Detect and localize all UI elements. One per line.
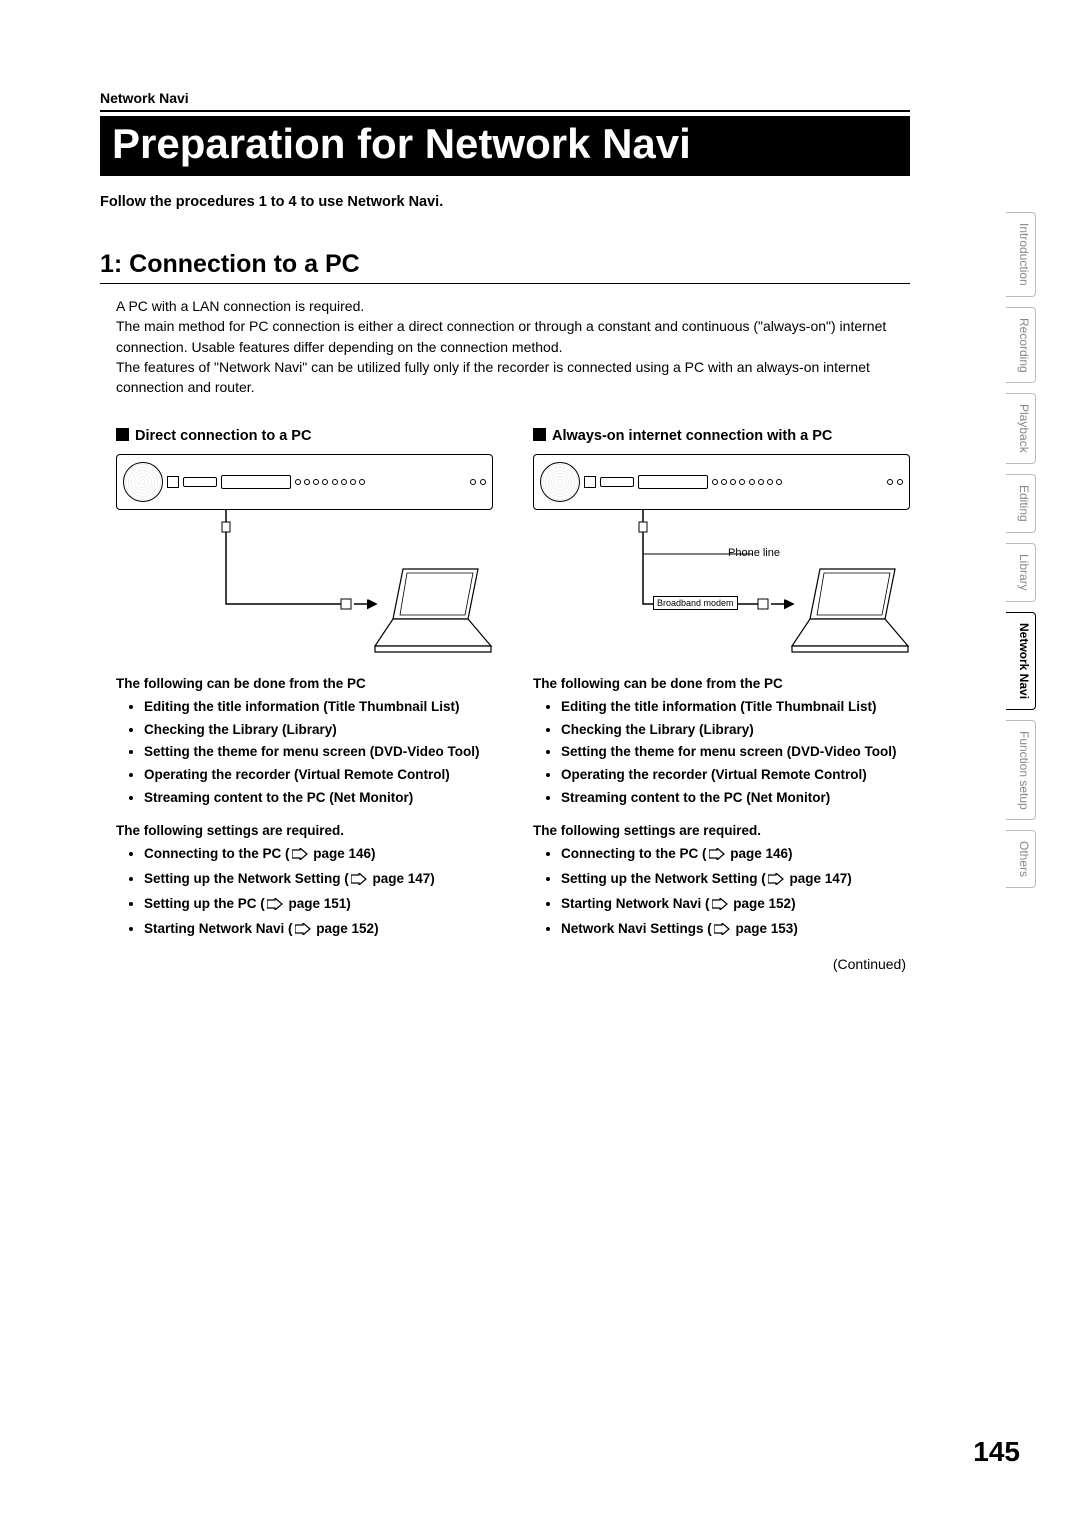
feature-item: Setting the theme for menu screen (DVD-V… — [144, 742, 493, 763]
feature-item: Checking the Library (Library) — [561, 720, 910, 741]
features-list-left: Editing the title information (Title Thu… — [116, 697, 493, 810]
square-bullet-icon — [116, 428, 129, 441]
feature-item: Checking the Library (Library) — [144, 720, 493, 741]
tab-recording[interactable]: Recording — [1006, 307, 1036, 384]
subhead-alwayson: Always-on internet connection with a PC — [533, 428, 910, 444]
tab-function-setup[interactable]: Function setup — [1006, 720, 1036, 821]
features-head-left: The following can be done from the PC — [116, 676, 493, 691]
rule-thick — [100, 110, 910, 112]
tab-introduction[interactable]: Introduction — [1006, 212, 1036, 297]
feature-item: Editing the title information (Title Thu… — [144, 697, 493, 718]
setting-item: Connecting to the PC ( page 146) — [144, 844, 493, 867]
tab-editing[interactable]: Editing — [1006, 474, 1036, 533]
tab-playback[interactable]: Playback — [1006, 393, 1036, 464]
setting-item: Setting up the PC ( page 151) — [144, 894, 493, 917]
tab-others[interactable]: Others — [1006, 830, 1036, 888]
phone-line-label: Phone line — [728, 547, 780, 559]
intro-text: Follow the procedures 1 to 4 to use Netw… — [100, 194, 910, 210]
settings-head-right: The following settings are required. — [533, 823, 910, 838]
page-ref-arrow-icon — [295, 921, 311, 942]
tab-network-navi[interactable]: Network Navi — [1006, 612, 1036, 710]
diagram-alwayson: Phone line Broadband modem — [533, 454, 910, 654]
rule-thin — [100, 283, 910, 284]
modem-label: Broadband modem — [653, 596, 738, 610]
subhead-direct-label: Direct connection to a PC — [135, 428, 311, 444]
tab-library[interactable]: Library — [1006, 543, 1036, 602]
setting-item: Connecting to the PC ( page 146) — [561, 844, 910, 867]
setting-item: Starting Network Navi ( page 152) — [561, 894, 910, 917]
feature-item: Editing the title information (Title Thu… — [561, 697, 910, 718]
subhead-direct: Direct connection to a PC — [116, 428, 493, 444]
diagram-direct — [116, 454, 493, 654]
feature-item: Streaming content to the PC (Net Monitor… — [561, 788, 910, 809]
settings-list-left: Connecting to the PC ( page 146)Setting … — [116, 844, 493, 942]
section-label: Network Navi — [100, 90, 910, 106]
page-ref-arrow-icon — [709, 846, 725, 867]
feature-item: Operating the recorder (Virtual Remote C… — [144, 765, 493, 786]
feature-item: Streaming content to the PC (Net Monitor… — [144, 788, 493, 809]
column-direct: Direct connection to a PC — [116, 428, 493, 944]
laptop-illustration — [790, 564, 910, 654]
column-alwayson: Always-on internet connection with a PC — [533, 428, 910, 944]
setting-item: Network Navi Settings ( page 153) — [561, 919, 910, 942]
laptop-illustration — [373, 564, 493, 654]
page-ref-arrow-icon — [712, 896, 728, 917]
feature-item: Setting the theme for menu screen (DVD-V… — [561, 742, 910, 763]
subhead-alwayson-label: Always-on internet connection with a PC — [552, 428, 832, 444]
heading-connection: 1: Connection to a PC — [100, 250, 910, 279]
page-ref-arrow-icon — [351, 871, 367, 892]
body-paragraph: A PC with a LAN connection is required.T… — [100, 296, 910, 397]
features-list-right: Editing the title information (Title Thu… — [533, 697, 910, 810]
settings-head-left: The following settings are required. — [116, 823, 493, 838]
page-number: 145 — [973, 1436, 1020, 1468]
page-ref-arrow-icon — [714, 921, 730, 942]
page-title: Preparation for Network Navi — [100, 116, 910, 176]
settings-list-right: Connecting to the PC ( page 146)Setting … — [533, 844, 910, 942]
page-ref-arrow-icon — [768, 871, 784, 892]
feature-item: Operating the recorder (Virtual Remote C… — [561, 765, 910, 786]
side-tabs: Introduction Recording Playback Editing Libr… — [1006, 212, 1036, 888]
page-ref-arrow-icon — [267, 896, 283, 917]
page-ref-arrow-icon — [292, 846, 308, 867]
setting-item: Setting up the Network Setting ( page 14… — [144, 869, 493, 892]
continued-label: (Continued) — [100, 956, 910, 972]
setting-item: Setting up the Network Setting ( page 14… — [561, 869, 910, 892]
square-bullet-icon — [533, 428, 546, 441]
setting-item: Starting Network Navi ( page 152) — [144, 919, 493, 942]
features-head-right: The following can be done from the PC — [533, 676, 910, 691]
